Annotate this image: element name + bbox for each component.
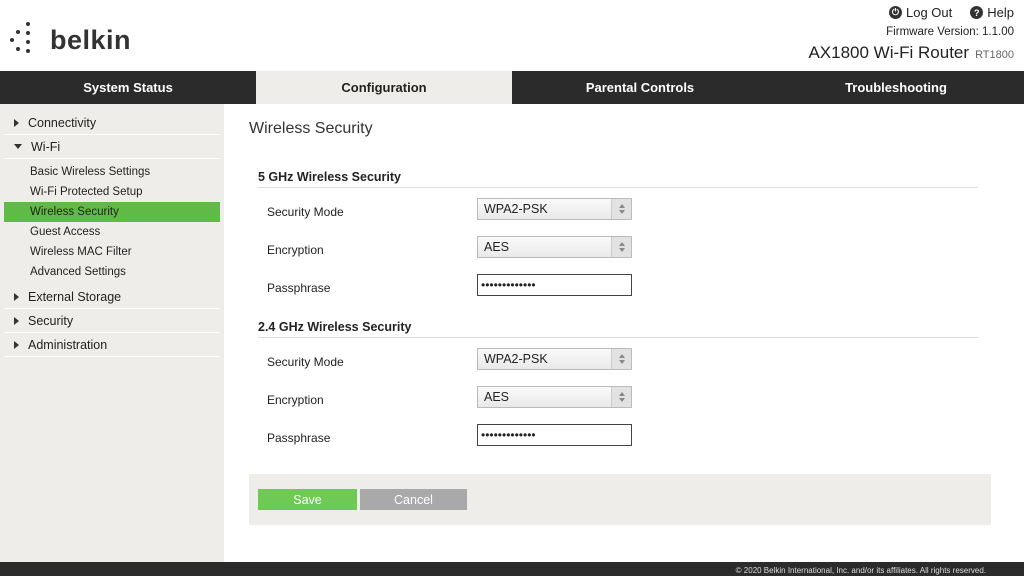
- chevron-right-icon: [14, 316, 19, 325]
- sidebar: Connectivity Wi-Fi Basic Wireless Settin…: [0, 104, 224, 562]
- sidebar-item-wireless-security[interactable]: Wireless Security: [4, 202, 220, 222]
- select-value: WPA2-PSK: [484, 202, 548, 216]
- sidebar-item-external-storage[interactable]: External Storage: [4, 285, 220, 309]
- sidebar-item-wifi[interactable]: Wi-Fi: [4, 135, 220, 159]
- help-link[interactable]: ? Help: [970, 5, 1014, 20]
- section-24ghz-security: 2.4 GHz Wireless Security Security Mode …: [258, 320, 978, 458]
- updown-arrows-icon: [611, 387, 631, 407]
- tab-configuration[interactable]: Configuration: [256, 71, 512, 104]
- logo-text: belkin: [50, 24, 132, 55]
- select-value: WPA2-PSK: [484, 352, 548, 366]
- page-title: Wireless Security: [249, 120, 373, 137]
- passphrase-label: Passphrase: [267, 431, 331, 445]
- chevron-right-icon: [14, 118, 19, 127]
- updown-arrows-icon: [611, 237, 631, 257]
- save-button[interactable]: Save: [258, 489, 357, 510]
- sidebar-item-label: Connectivity: [28, 115, 97, 130]
- model-name: AX1800 Wi-Fi Router: [808, 43, 970, 62]
- sidebar-item-label: Administration: [28, 337, 108, 352]
- firmware-version: Firmware Version: 1.1.00: [886, 26, 1014, 38]
- sidebar-item-basic-wireless-settings[interactable]: Basic Wireless Settings: [4, 162, 220, 182]
- button-bar: Save Cancel: [249, 474, 991, 525]
- security-mode-select-24ghz[interactable]: WPA2-PSK: [477, 348, 632, 370]
- copyright-text: © 2020 Belkin International, Inc. and/or…: [735, 566, 986, 575]
- chevron-down-icon: [14, 144, 22, 149]
- belkin-logo: belkin: [10, 22, 131, 56]
- select-value: AES: [484, 390, 510, 404]
- tab-parental-controls[interactable]: Parental Controls: [512, 71, 768, 104]
- cancel-button[interactable]: Cancel: [360, 489, 467, 510]
- lock-icon: ⏻: [888, 6, 902, 19]
- updown-arrows-icon: [611, 349, 631, 369]
- section-5ghz-security: 5 GHz Wireless Security Security Mode WP…: [258, 170, 978, 308]
- passphrase-input-5ghz[interactable]: [477, 274, 632, 296]
- passphrase-label: Passphrase: [267, 281, 331, 295]
- section-title-5ghz: 5 GHz Wireless Security: [258, 170, 978, 188]
- sidebar-item-label: Wi-Fi: [31, 139, 61, 154]
- updown-arrows-icon: [611, 199, 631, 219]
- chevron-right-icon: [14, 340, 19, 349]
- sidebar-item-administration[interactable]: Administration: [4, 333, 220, 357]
- security-mode-label: Security Mode: [267, 355, 344, 369]
- encryption-select-24ghz[interactable]: AES: [477, 386, 632, 408]
- row-24ghz-encryption: Encryption AES: [258, 382, 978, 420]
- row-5ghz-passphrase: Passphrase: [258, 270, 978, 308]
- logo-dots-icon: [10, 22, 46, 56]
- model-code: RT1800: [975, 49, 1014, 61]
- section-title-24ghz: 2.4 GHz Wireless Security: [258, 320, 978, 338]
- help-icon: ?: [970, 6, 984, 19]
- footer: © 2020 Belkin International, Inc. and/or…: [0, 562, 1024, 576]
- logout-link[interactable]: ⏻ Log Out: [888, 5, 953, 20]
- encryption-label: Encryption: [267, 243, 324, 257]
- header: belkin ⏻ Log Out ? Help Firmware Version…: [0, 0, 1024, 71]
- select-value: AES: [484, 240, 510, 254]
- row-5ghz-security-mode: Security Mode WPA2-PSK: [258, 194, 978, 232]
- passphrase-input-24ghz[interactable]: [477, 424, 632, 446]
- encryption-select-5ghz[interactable]: AES: [477, 236, 632, 258]
- encryption-label: Encryption: [267, 393, 324, 407]
- row-24ghz-security-mode: Security Mode WPA2-PSK: [258, 344, 978, 382]
- row-24ghz-passphrase: Passphrase: [258, 420, 978, 458]
- security-mode-select-5ghz[interactable]: WPA2-PSK: [477, 198, 632, 220]
- sidebar-item-wireless-mac-filter[interactable]: Wireless MAC Filter: [4, 242, 220, 262]
- sidebar-item-label: Security: [28, 313, 74, 328]
- chevron-right-icon: [14, 292, 19, 301]
- sidebar-item-wifi-protected-setup[interactable]: Wi-Fi Protected Setup: [4, 182, 220, 202]
- security-mode-label: Security Mode: [267, 205, 344, 219]
- router-model: AX1800 Wi-Fi Router RT1800: [808, 43, 1014, 63]
- row-5ghz-encryption: Encryption AES: [258, 232, 978, 270]
- sidebar-item-guest-access[interactable]: Guest Access: [4, 222, 220, 242]
- logout-label: Log Out: [905, 5, 953, 20]
- main-nav: System Status Configuration Parental Con…: [0, 71, 1024, 104]
- sidebar-item-connectivity[interactable]: Connectivity: [4, 111, 220, 135]
- top-links: ⏻ Log Out ? Help: [888, 5, 1014, 20]
- main-content: Wireless Security 5 GHz Wireless Securit…: [224, 104, 1024, 562]
- sidebar-item-advanced-settings[interactable]: Advanced Settings: [4, 262, 220, 282]
- tab-system-status[interactable]: System Status: [0, 71, 256, 104]
- help-label: Help: [987, 5, 1014, 20]
- tab-troubleshooting[interactable]: Troubleshooting: [768, 71, 1024, 104]
- sidebar-item-label: External Storage: [28, 289, 122, 304]
- sidebar-item-security[interactable]: Security: [4, 309, 220, 333]
